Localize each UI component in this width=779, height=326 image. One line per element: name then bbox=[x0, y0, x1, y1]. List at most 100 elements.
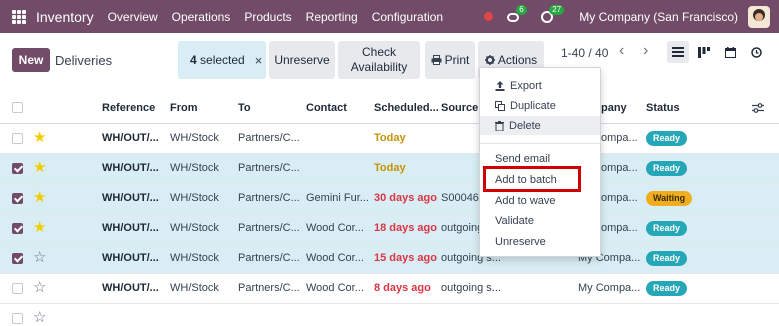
cell-source: S00046 bbox=[441, 192, 479, 204]
print-button[interactable]: Print bbox=[425, 41, 475, 79]
validate-menu-item[interactable]: Validate bbox=[480, 211, 600, 230]
list-view-icon bbox=[672, 47, 684, 57]
column-scheduled[interactable]: Scheduled... bbox=[374, 102, 439, 114]
add-to-wave-menu-item[interactable]: Add to wave bbox=[480, 191, 600, 210]
row-checkbox[interactable] bbox=[12, 163, 23, 174]
activity-view-button[interactable] bbox=[745, 41, 767, 63]
table-row[interactable]: ☆ WH/OUT/... WH/Stock Partners/C... Wood… bbox=[0, 244, 779, 274]
menu-overview[interactable]: Overview bbox=[108, 10, 158, 24]
star-empty-icon[interactable]: ☆ bbox=[33, 310, 46, 325]
annotation-highlight bbox=[483, 166, 581, 192]
menu-configuration[interactable]: Configuration bbox=[372, 10, 443, 24]
column-reference[interactable]: Reference bbox=[102, 102, 155, 114]
actions-dropdown: Export Duplicate Delete Send email Add t… bbox=[479, 67, 601, 257]
validate-label: Validate bbox=[495, 214, 534, 227]
star-filled-icon[interactable]: ★ bbox=[33, 130, 46, 145]
clock-icon[interactable]: 27 bbox=[541, 4, 565, 24]
cell-reference: WH/OUT/... bbox=[102, 132, 159, 144]
cell-reference: WH/OUT/... bbox=[102, 282, 159, 294]
selected-count-label: 4 selected bbox=[190, 53, 245, 67]
unreserve-menu-item[interactable]: Unreserve bbox=[480, 232, 600, 251]
table-row[interactable]: ★ WH/OUT/... WH/Stock Partners/C... Toda… bbox=[0, 124, 779, 154]
row-checkbox[interactable] bbox=[12, 283, 23, 294]
cell-scheduled: Today bbox=[374, 132, 406, 144]
cell-to: Partners/C... bbox=[238, 162, 300, 174]
check-availability-button[interactable]: Check Availability bbox=[338, 41, 420, 79]
column-from[interactable]: From bbox=[170, 102, 198, 114]
calendar-view-button[interactable] bbox=[719, 41, 741, 63]
row-checkbox[interactable] bbox=[12, 313, 23, 324]
select-all-checkbox[interactable] bbox=[12, 102, 23, 113]
check-label-line1: Check bbox=[361, 45, 396, 59]
cell-contact: Wood Cor... bbox=[306, 222, 364, 234]
table-row[interactable]: ★ WH/OUT/... WH/Stock Partners/C... Toda… bbox=[0, 154, 779, 184]
row-checkbox[interactable] bbox=[12, 253, 23, 264]
trash-icon bbox=[495, 120, 504, 131]
chat-icon[interactable]: 6 bbox=[507, 4, 527, 24]
kanban-view-button[interactable] bbox=[693, 41, 715, 63]
cell-scheduled: 18 days ago bbox=[374, 222, 437, 234]
menu-products[interactable]: Products bbox=[244, 10, 291, 24]
cell-source: outgoing bbox=[441, 222, 484, 234]
cell-scheduled: 8 days ago bbox=[374, 282, 431, 294]
dropdown-divider bbox=[480, 143, 600, 144]
red-dot-icon[interactable] bbox=[484, 12, 494, 21]
table-row[interactable]: ★ WH/OUT/... WH/Stock Partners/C... Wood… bbox=[0, 214, 779, 244]
clear-selection-icon[interactable]: × bbox=[255, 53, 263, 68]
unreserve-button[interactable]: Unreserve bbox=[269, 41, 335, 79]
optional-columns-icon[interactable] bbox=[752, 103, 764, 113]
copy-icon bbox=[495, 100, 505, 111]
table-row[interactable]: ★ WH/OUT/... WH/Stock Partners/C... Gemi… bbox=[0, 184, 779, 214]
row-checkbox[interactable] bbox=[12, 223, 23, 234]
cell-to: Partners/C... bbox=[238, 282, 300, 294]
delete-menu-item[interactable]: Delete bbox=[480, 116, 600, 135]
selection-indicator: 4 selected × bbox=[178, 41, 266, 79]
cell-company: My Compa... bbox=[578, 282, 641, 294]
star-filled-icon[interactable]: ★ bbox=[33, 160, 46, 175]
cell-reference: WH/OUT/... bbox=[102, 252, 159, 264]
breadcrumb: Deliveries bbox=[55, 53, 113, 68]
upload-icon bbox=[495, 80, 505, 91]
row-checkbox[interactable] bbox=[12, 193, 23, 204]
row-checkbox[interactable] bbox=[12, 133, 23, 144]
star-filled-icon[interactable]: ★ bbox=[33, 220, 46, 235]
delete-label: Delete bbox=[509, 119, 541, 132]
cell-company: ompa... bbox=[601, 222, 638, 234]
company-switcher[interactable]: My Company (San Francisco) bbox=[579, 10, 738, 24]
new-button[interactable]: New bbox=[12, 48, 50, 72]
cell-scheduled: Today bbox=[374, 162, 406, 174]
cell-to: Partners/C... bbox=[238, 222, 300, 234]
column-to[interactable]: To bbox=[238, 102, 251, 114]
star-empty-icon[interactable]: ☆ bbox=[33, 280, 46, 295]
chevron-left-icon[interactable]: ‹ bbox=[619, 42, 624, 60]
export-menu-item[interactable]: Export bbox=[480, 76, 600, 95]
cell-source: outgoing s... bbox=[441, 282, 501, 294]
app-name[interactable]: Inventory bbox=[36, 9, 94, 25]
cell-company: ompa... bbox=[601, 132, 638, 144]
main-menu: Overview Operations Products Reporting C… bbox=[108, 10, 458, 24]
table-row-partial[interactable]: ☆ bbox=[0, 304, 779, 326]
cell-to: Partners/C... bbox=[238, 252, 300, 264]
kanban-view-icon bbox=[698, 46, 710, 58]
duplicate-label: Duplicate bbox=[510, 99, 556, 112]
cell-from: WH/Stock bbox=[170, 132, 219, 144]
column-source[interactable]: Source bbox=[441, 102, 478, 114]
selected-count: 4 bbox=[190, 53, 197, 67]
star-filled-icon[interactable]: ★ bbox=[33, 190, 46, 205]
column-contact[interactable]: Contact bbox=[306, 102, 347, 114]
avatar[interactable] bbox=[748, 5, 770, 28]
table-row[interactable]: ☆ WH/OUT/... WH/Stock Partners/C... Wood… bbox=[0, 274, 779, 304]
pager-value[interactable]: 1-40 / 40 bbox=[561, 46, 608, 60]
chevron-right-icon[interactable]: › bbox=[643, 42, 648, 60]
list-view-button[interactable] bbox=[667, 41, 689, 63]
star-empty-icon[interactable]: ☆ bbox=[33, 250, 46, 265]
column-status[interactable]: Status bbox=[646, 102, 680, 114]
cell-contact: Wood Cor... bbox=[306, 252, 364, 264]
apps-grid-icon[interactable] bbox=[12, 9, 26, 24]
status-badge: Ready bbox=[646, 161, 688, 176]
column-company[interactable]: pany bbox=[601, 102, 627, 114]
menu-operations[interactable]: Operations bbox=[172, 10, 231, 24]
menu-reporting[interactable]: Reporting bbox=[306, 10, 358, 24]
duplicate-menu-item[interactable]: Duplicate bbox=[480, 96, 600, 115]
unreserve-menu-label: Unreserve bbox=[495, 235, 546, 248]
